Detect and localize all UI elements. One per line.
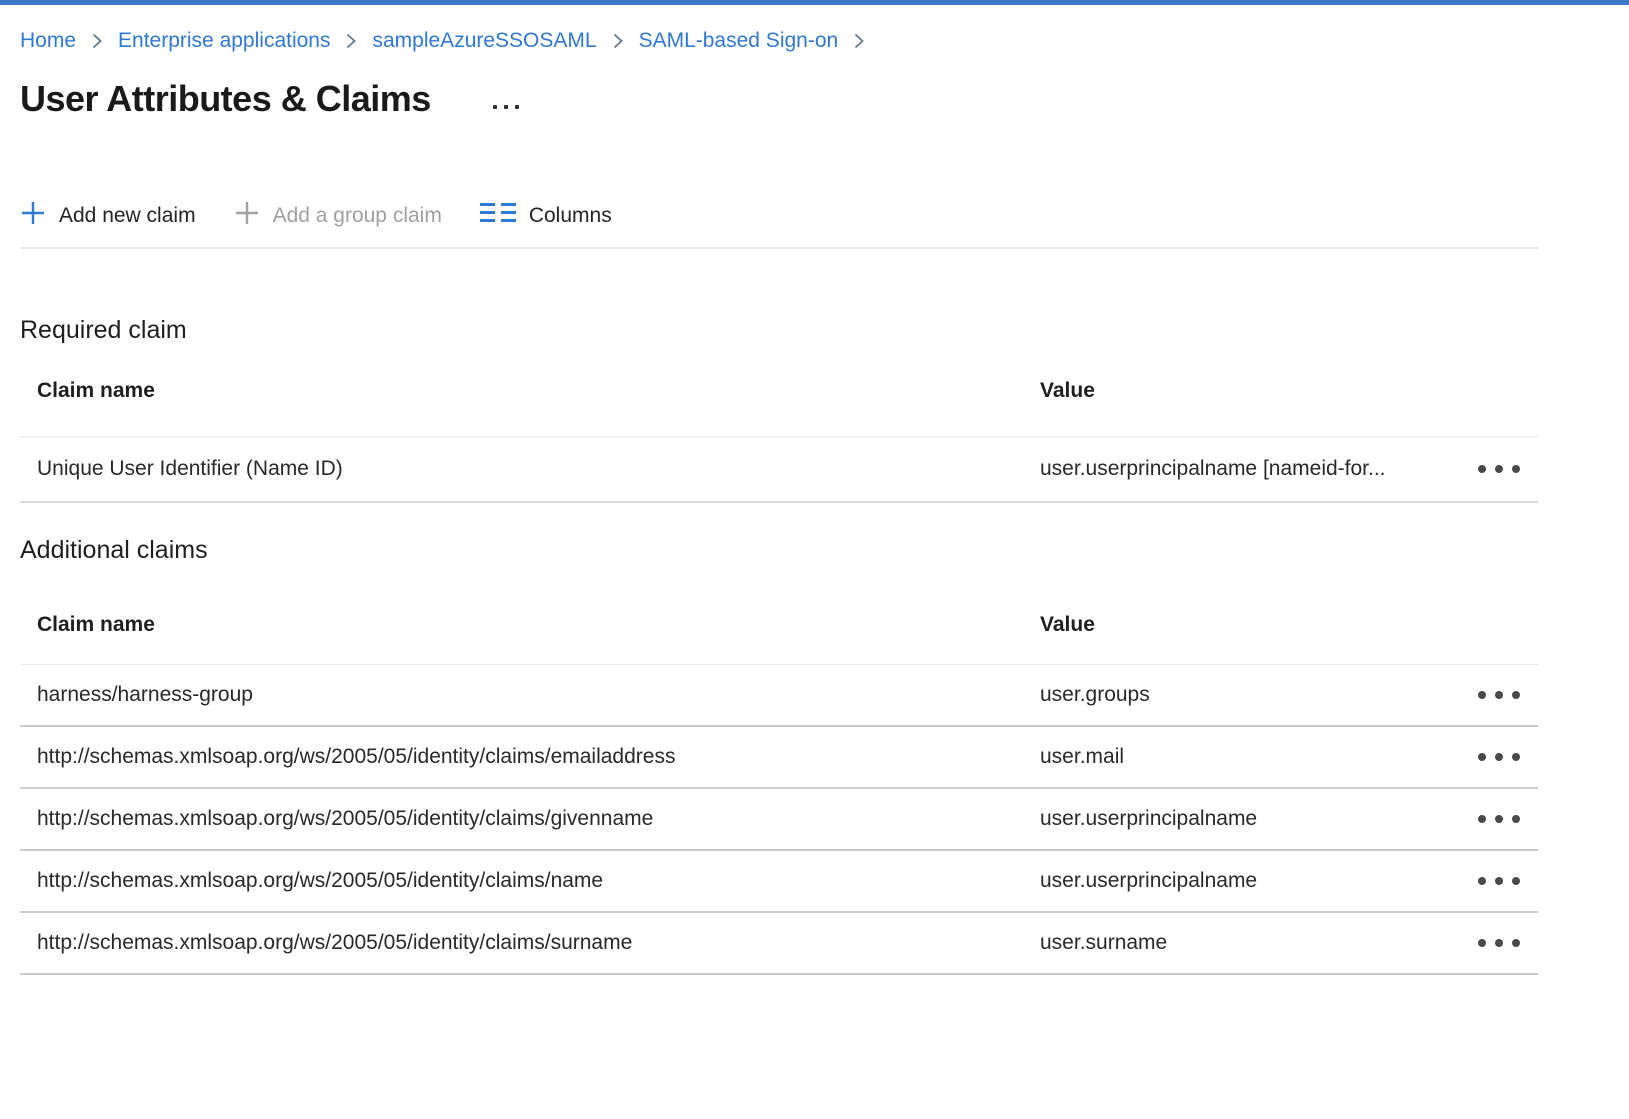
claim-name-cell: http://schemas.xmlsoap.org/ws/2005/05/id…	[20, 805, 1040, 833]
row-ellipsis-icon[interactable]	[1476, 459, 1522, 479]
claim-value-cell: user.userprincipalname [nameid-for...	[1040, 455, 1446, 483]
toolbar-divider	[20, 247, 1538, 249]
plus-icon	[20, 200, 46, 232]
claim-value-cell: user.userprincipalname	[1040, 805, 1446, 833]
row-ellipsis-icon[interactable]	[1476, 747, 1522, 767]
column-header-claim-name: Claim name	[20, 377, 1040, 436]
more-menu-icon[interactable]	[489, 101, 523, 113]
claim-name-cell: http://schemas.xmlsoap.org/ws/2005/05/id…	[20, 929, 1040, 957]
command-bar: Add new claim Add a group claim Columns	[20, 195, 1609, 237]
add-new-claim-button[interactable]: Add new claim	[20, 200, 196, 232]
chevron-right-icon	[853, 31, 865, 51]
table-row[interactable]: http://schemas.xmlsoap.org/ws/2005/05/id…	[20, 913, 1538, 975]
row-ellipsis-icon[interactable]	[1476, 685, 1522, 705]
claim-name-cell: Unique User Identifier (Name ID)	[20, 455, 1040, 483]
row-ellipsis-icon[interactable]	[1476, 871, 1522, 891]
claim-value-cell: user.surname	[1040, 929, 1446, 957]
breadcrumb-enterprise-applications[interactable]: Enterprise applications	[118, 27, 330, 55]
plus-icon	[234, 200, 260, 232]
table-row[interactable]: Unique User Identifier (Name ID) user.us…	[20, 437, 1538, 503]
row-ellipsis-icon[interactable]	[1476, 809, 1522, 829]
breadcrumb-app[interactable]: sampleAzureSSOSAML	[372, 27, 596, 55]
column-header-value: Value	[1040, 377, 1446, 436]
breadcrumb-saml-sign-on[interactable]: SAML-based Sign-on	[639, 27, 839, 55]
table-header-row: Claim name Value	[20, 375, 1538, 437]
add-group-claim-label: Add a group claim	[273, 204, 442, 228]
column-header-claim-name: Claim name	[20, 611, 1040, 664]
page-title: User Attributes & Claims	[20, 73, 431, 125]
claim-value-cell: user.userprincipalname	[1040, 867, 1446, 895]
columns-icon	[480, 201, 516, 231]
column-header-value: Value	[1040, 611, 1446, 664]
additional-claims-heading: Additional claims	[20, 533, 1609, 567]
table-row[interactable]: http://schemas.xmlsoap.org/ws/2005/05/id…	[20, 851, 1538, 913]
required-claim-table: Claim name Value Unique User Identifier …	[20, 375, 1538, 503]
add-group-claim-button[interactable]: Add a group claim	[234, 200, 442, 232]
chevron-right-icon	[345, 31, 357, 51]
table-row[interactable]: http://schemas.xmlsoap.org/ws/2005/05/id…	[20, 727, 1538, 789]
columns-label: Columns	[529, 204, 612, 228]
add-new-claim-label: Add new claim	[59, 204, 196, 228]
chevron-right-icon	[612, 31, 624, 51]
title-row: User Attributes & Claims	[20, 73, 1609, 125]
table-row[interactable]: harness/harness-group user.groups	[20, 665, 1538, 727]
breadcrumb-home[interactable]: Home	[20, 27, 76, 55]
table-header-row: Claim name Value	[20, 595, 1538, 665]
additional-claims-table: Claim name Value harness/harness-group u…	[20, 595, 1538, 975]
user-attributes-claims-page: Home Enterprise applications sampleAzure…	[0, 27, 1629, 975]
breadcrumb: Home Enterprise applications sampleAzure…	[20, 27, 1609, 55]
claim-name-cell: http://schemas.xmlsoap.org/ws/2005/05/id…	[20, 867, 1040, 895]
table-row[interactable]: http://schemas.xmlsoap.org/ws/2005/05/id…	[20, 789, 1538, 851]
claim-value-cell: user.groups	[1040, 681, 1446, 709]
claim-name-cell: harness/harness-group	[20, 681, 1040, 709]
claim-name-cell: http://schemas.xmlsoap.org/ws/2005/05/id…	[20, 743, 1040, 771]
required-claim-heading: Required claim	[20, 313, 1609, 347]
claim-value-cell: user.mail	[1040, 743, 1446, 771]
row-ellipsis-icon[interactable]	[1476, 933, 1522, 953]
chevron-right-icon	[91, 31, 103, 51]
top-accent-bar	[0, 0, 1629, 5]
columns-button[interactable]: Columns	[480, 201, 612, 231]
